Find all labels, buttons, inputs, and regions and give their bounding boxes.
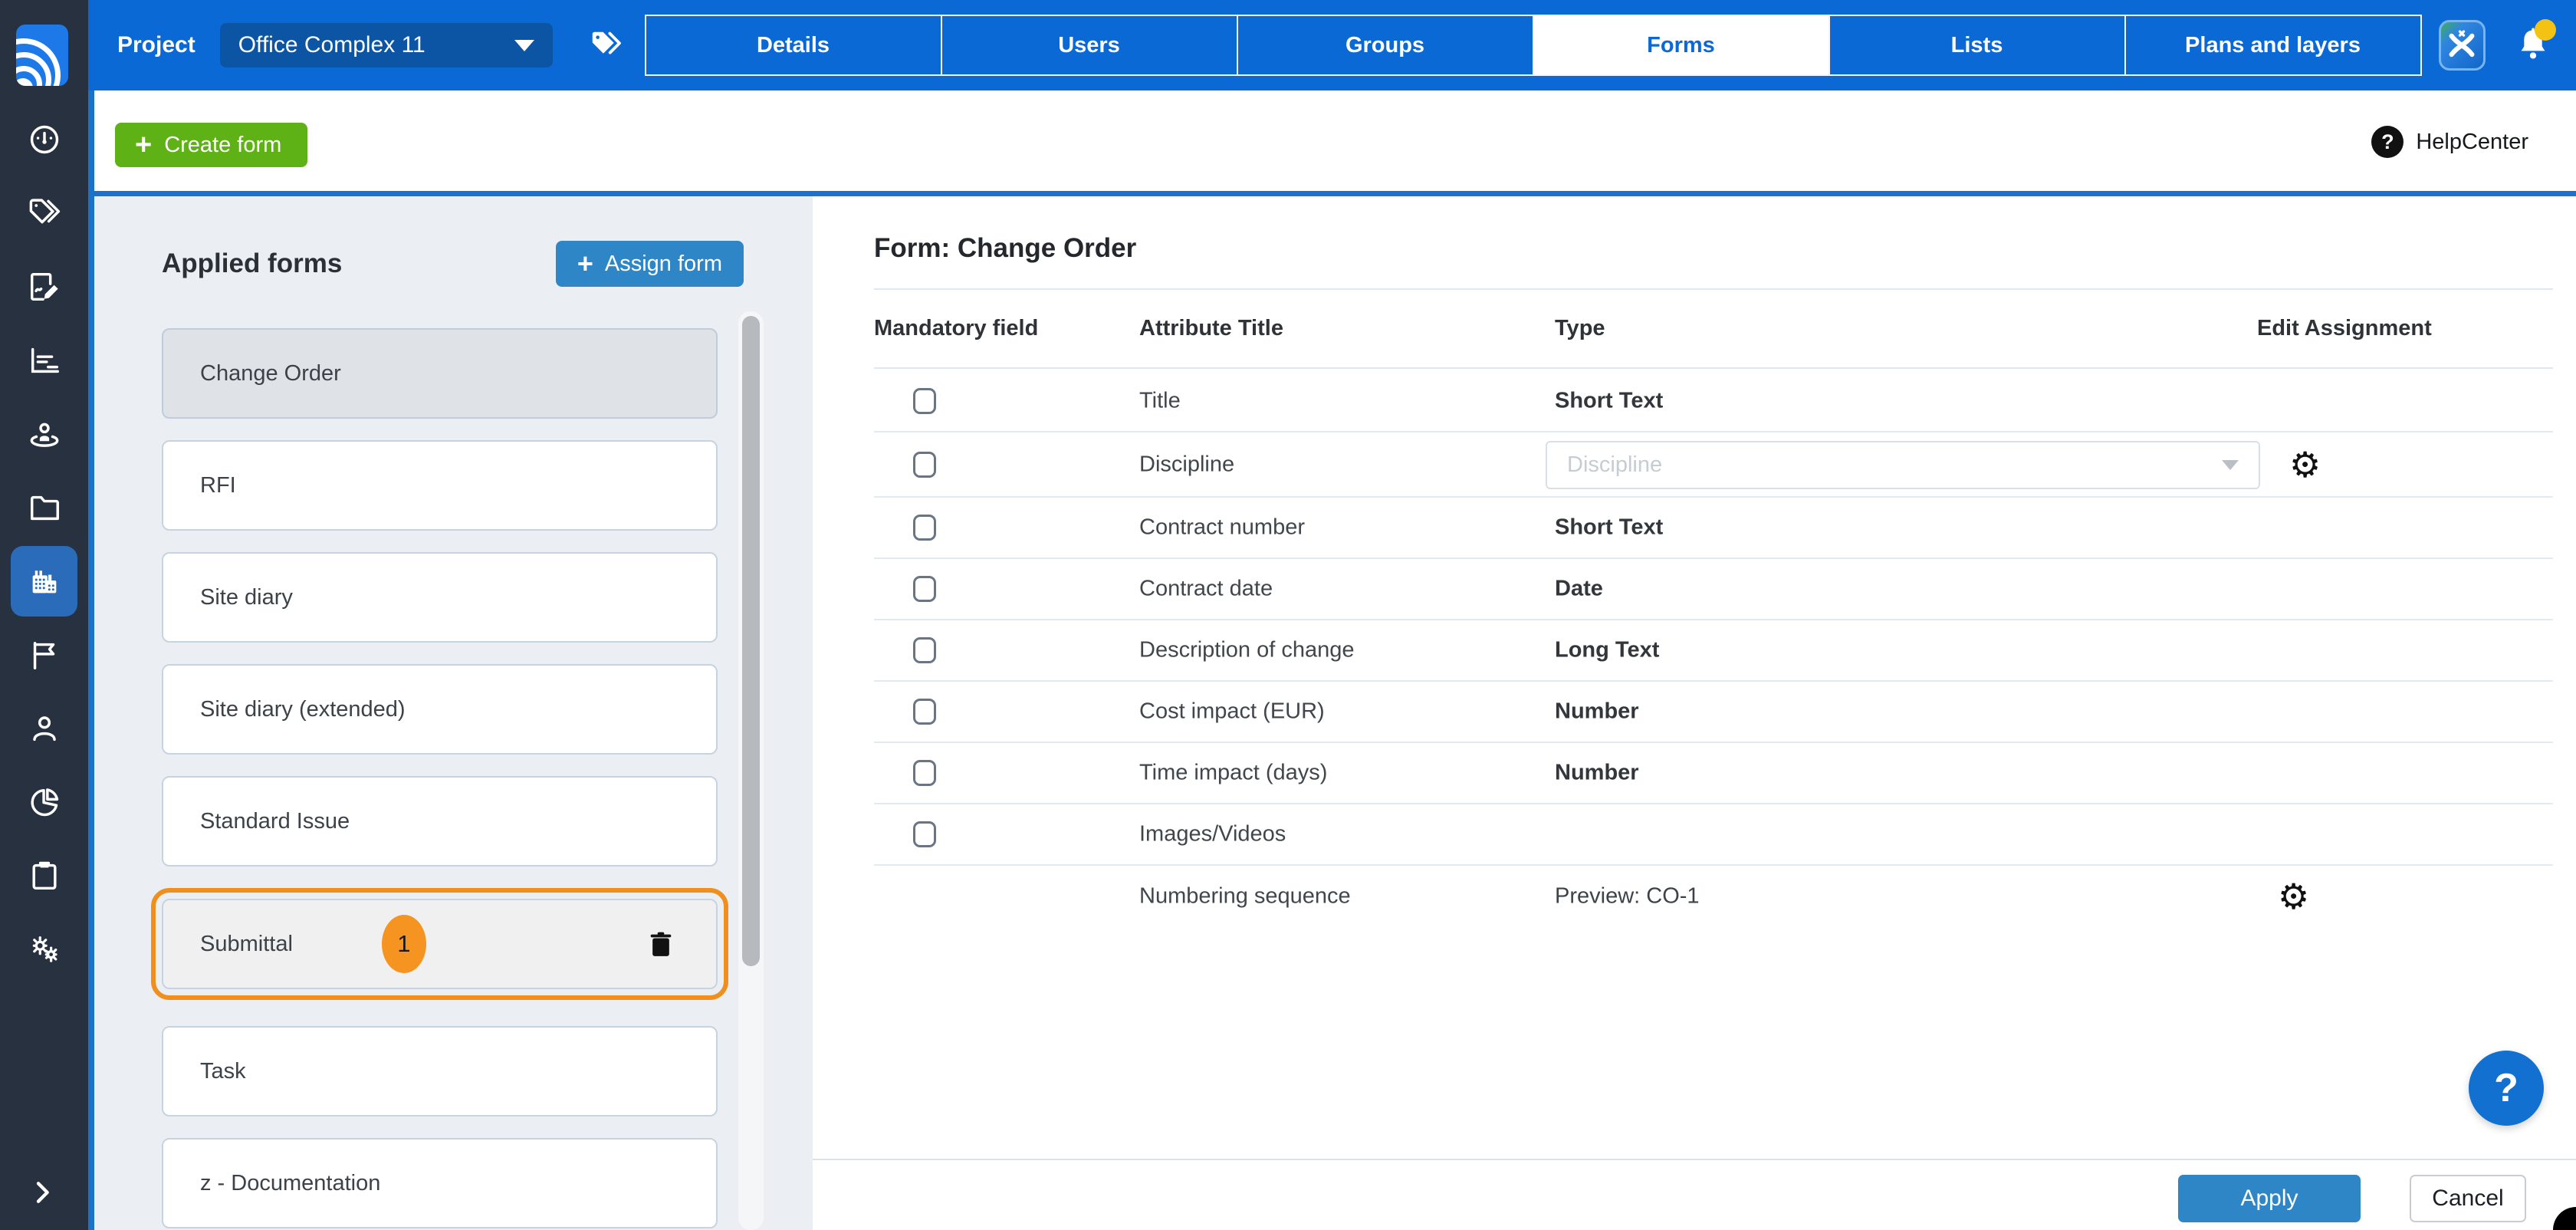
form-card-site-diary[interactable]: Site diary (162, 552, 718, 643)
tags-icon[interactable] (27, 196, 62, 231)
mandatory-checkbox[interactable] (913, 760, 936, 786)
expand-sidebar-chevron-icon[interactable] (27, 1177, 62, 1212)
table-row-discipline: Discipline Discipline ⚙ (874, 432, 2553, 498)
cancel-button[interactable]: Cancel (2410, 1175, 2526, 1222)
project-selector-value: Office Complex 11 (238, 32, 426, 58)
attributes-table: Title Short Text Discipline Discipline ⚙… (874, 370, 2553, 927)
discipline-select[interactable]: Discipline (1546, 441, 2260, 489)
form-card-rfi[interactable]: RFI (162, 440, 718, 531)
app-logo[interactable] (16, 25, 68, 86)
table-row-numbering-sequence: Numbering sequence Preview: CO-1 ⚙ (874, 866, 2553, 927)
question-icon: ? (2371, 126, 2404, 158)
tab-plans-and-layers[interactable]: Plans and layers (2124, 15, 2422, 76)
column-attribute-title: Attribute Title (1139, 316, 1283, 341)
contacts-icon[interactable] (27, 711, 62, 746)
dashboard-icon[interactable] (27, 122, 62, 157)
project-tags-icon[interactable] (588, 28, 623, 63)
column-type: Type (1555, 316, 1605, 341)
helpcenter-link[interactable]: ? HelpCenter (2371, 126, 2528, 158)
mandatory-checkbox[interactable] (913, 821, 936, 847)
form-card-submittal[interactable]: Submittal 1 (162, 899, 718, 989)
applied-forms-panel: Applied forms + Assign form Change Order… (94, 196, 813, 1230)
plus-icon: + (135, 130, 152, 160)
discipline-select-placeholder: Discipline (1567, 452, 1662, 478)
edit-assignment-gear-icon[interactable]: ⚙ (2289, 447, 2321, 482)
notification-dot (2535, 19, 2556, 41)
table-row-contract-number: Contract number Short Text (874, 498, 2553, 559)
app-window: Project Office Complex 11 Details Users … (0, 0, 2576, 1230)
mandatory-checkbox[interactable] (913, 637, 936, 663)
form-card-site-diary-extended[interactable]: Site diary (extended) (162, 664, 718, 755)
apps-launcher-icon[interactable] (2439, 20, 2486, 71)
table-row-contract-date: Contract date Date (874, 559, 2553, 620)
forms-list-scrollbar-thumb[interactable] (742, 316, 760, 966)
project-tabs: Details Users Groups Forms Lists Plans a… (645, 15, 2422, 76)
chevron-down-icon (2222, 460, 2239, 470)
table-row-time-impact: Time impact (days) Number (874, 743, 2553, 804)
delete-form-trash-icon[interactable] (646, 927, 676, 961)
applied-forms-title: Applied forms (162, 248, 342, 279)
flag-icon[interactable] (27, 637, 62, 673)
chevron-down-icon (514, 40, 534, 51)
tab-lists[interactable]: Lists (1829, 15, 2126, 76)
table-row-images-videos: Images/Videos (874, 804, 2553, 866)
form-card-change-order[interactable]: Change Order (162, 328, 718, 419)
help-bubble-button[interactable]: ? (2469, 1051, 2544, 1126)
tab-users[interactable]: Users (941, 15, 1238, 76)
submittal-count-badge: 1 (382, 915, 426, 973)
clipboard-icon[interactable] (27, 858, 62, 893)
form-edit-icon[interactable] (27, 269, 62, 304)
apply-button[interactable]: Apply (2178, 1175, 2361, 1222)
projects-building-icon[interactable] (27, 564, 62, 599)
reports-pie-icon[interactable] (27, 784, 62, 820)
notifications-bell-icon[interactable] (2513, 24, 2553, 67)
stats-icon[interactable] (27, 343, 62, 378)
settings-gears-icon[interactable] (27, 932, 62, 967)
attributes-table-header: Mandatory field Attribute Title Type Edi… (874, 290, 2553, 369)
form-detail-area: Form: Change Order Mandatory field Attri… (813, 196, 2576, 1159)
person-location-icon[interactable] (27, 416, 62, 452)
plus-icon: + (577, 250, 593, 278)
project-selector[interactable]: Office Complex 11 (220, 23, 553, 67)
topbar: Project Office Complex 11 Details Users … (88, 0, 2576, 90)
table-row-title: Title Short Text (874, 370, 2553, 432)
tab-details[interactable]: Details (645, 15, 942, 76)
forms-toolbar: + Create form ? HelpCenter (88, 90, 2576, 196)
sidebar (0, 0, 88, 1230)
assign-form-button[interactable]: + Assign form (556, 241, 744, 287)
create-form-button[interactable]: + Create form (115, 123, 307, 167)
mandatory-checkbox[interactable] (913, 388, 936, 414)
mandatory-checkbox[interactable] (913, 515, 936, 541)
content-frame-left-border (88, 90, 94, 1230)
mandatory-checkbox[interactable] (913, 576, 936, 602)
column-edit-assignment: Edit Assignment (2257, 316, 2432, 341)
form-detail-title: Form: Change Order (874, 233, 1136, 264)
tab-forms[interactable]: Forms (1533, 15, 1830, 76)
table-row-cost-impact: Cost impact (EUR) Number (874, 682, 2553, 743)
form-card-task[interactable]: Task (162, 1026, 718, 1117)
mandatory-checkbox[interactable] (913, 452, 936, 478)
form-card-standard-issue[interactable]: Standard Issue (162, 776, 718, 867)
table-row-description-of-change: Description of change Long Text (874, 620, 2553, 682)
form-detail-footer: Apply Cancel (813, 1159, 2576, 1230)
form-card-z-documentation[interactable]: z - Documentation (162, 1138, 718, 1228)
tab-groups[interactable]: Groups (1237, 15, 1534, 76)
files-icon[interactable] (27, 490, 62, 525)
mandatory-checkbox[interactable] (913, 699, 936, 725)
applied-forms-list: Change Order RFI Site diary Site diary (… (162, 328, 718, 1230)
content-frame-top-border (94, 191, 2576, 196)
column-mandatory-field: Mandatory field (874, 316, 1038, 341)
project-label: Project (117, 32, 196, 58)
edit-assignment-gear-icon[interactable]: ⚙ (2278, 879, 2309, 914)
